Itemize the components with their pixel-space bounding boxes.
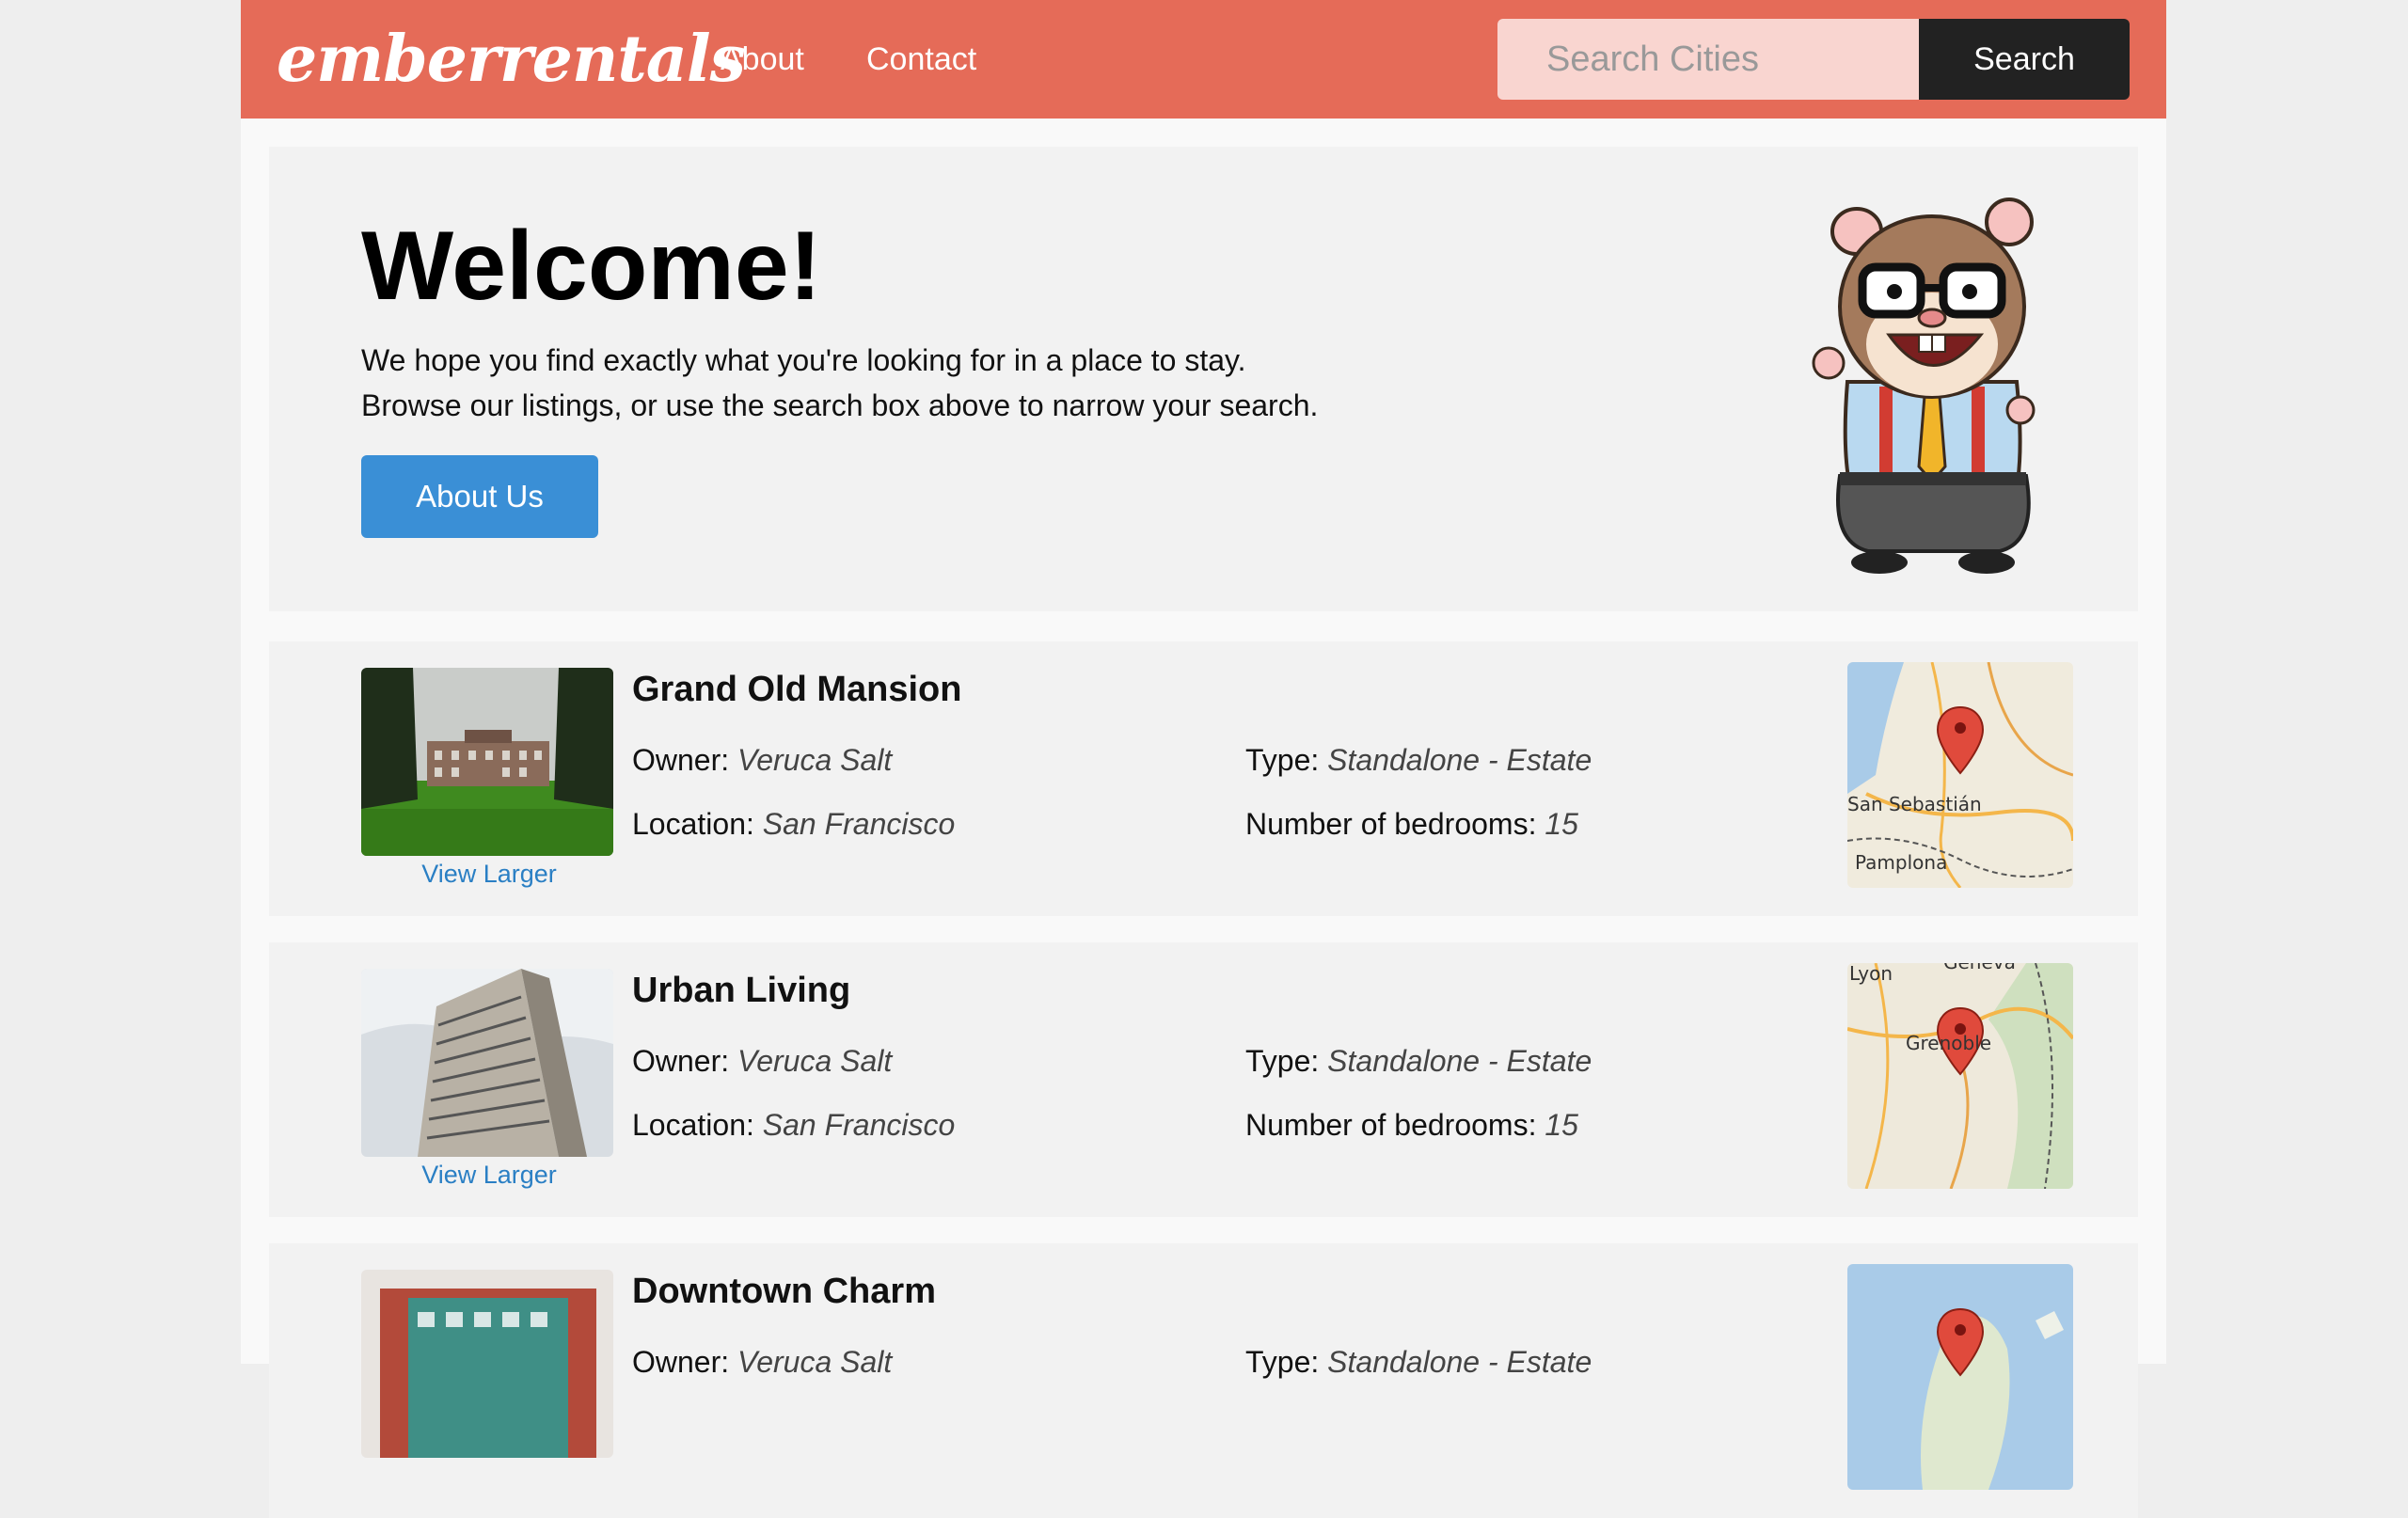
- listing-owner: Owner: Veruca Salt: [632, 1345, 892, 1380]
- type-value: Standalone - Estate: [1327, 1345, 1592, 1379]
- bedrooms-value: 15: [1545, 1108, 1578, 1142]
- type-label: Type:: [1245, 743, 1320, 777]
- listing-map[interactable]: [1847, 1264, 2073, 1490]
- owner-label: Owner:: [632, 1044, 730, 1078]
- page-container: emberrentals About Contact Search Welcom…: [241, 0, 2166, 1518]
- owner-label: Owner:: [632, 1345, 730, 1379]
- map-label: Lyon: [1849, 963, 1893, 985]
- owner-value: Veruca Salt: [737, 1345, 893, 1379]
- listing-map[interactable]: San Sebastián Pamplona: [1847, 662, 2073, 888]
- listing-location: Location: San Francisco: [632, 1108, 955, 1143]
- owner-value: Veruca Salt: [737, 743, 893, 777]
- map-label: Pamplona: [1855, 851, 1947, 874]
- nav-link-about[interactable]: About: [721, 36, 804, 83]
- listing-type: Type: Standalone - Estate: [1245, 743, 1592, 778]
- welcome-line-2: Browse our listings, or use the search b…: [361, 388, 1319, 422]
- map-label: San Sebastián: [1847, 793, 1982, 815]
- listing-map[interactable]: Lyon Geneva Grenoble: [1847, 963, 2073, 1189]
- type-label: Type:: [1245, 1044, 1320, 1078]
- logo[interactable]: emberrentals: [277, 17, 746, 102]
- owner-value: Veruca Salt: [737, 1044, 893, 1078]
- map-label: Geneva: [1943, 963, 2016, 973]
- listing-owner: Owner: Veruca Salt: [632, 1044, 892, 1079]
- listing-location: Location: San Francisco: [632, 807, 955, 842]
- nav-link-contact[interactable]: Contact: [866, 36, 976, 83]
- location-value: San Francisco: [762, 1108, 956, 1142]
- rental-listing: Downtown Charm Owner: Veruca Salt Type: …: [269, 1243, 2138, 1518]
- location-label: Location:: [632, 1108, 754, 1142]
- view-larger-link[interactable]: View Larger: [361, 1161, 617, 1190]
- search-cities-input[interactable]: [1497, 19, 1919, 100]
- search-button[interactable]: Search: [1919, 19, 2130, 100]
- listing-type: Type: Standalone - Estate: [1245, 1044, 1592, 1079]
- top-navbar: emberrentals About Contact Search: [241, 0, 2166, 119]
- bedrooms-label: Number of bedrooms:: [1245, 807, 1537, 841]
- location-value: San Francisco: [762, 807, 956, 841]
- welcome-line-1: We hope you find exactly what you're loo…: [361, 343, 1246, 377]
- welcome-jumbotron: Welcome! We hope you find exactly what y…: [269, 147, 2138, 611]
- type-value: Standalone - Estate: [1327, 743, 1592, 777]
- listing-type: Type: Standalone - Estate: [1245, 1345, 1592, 1380]
- rental-listing: View Larger Urban Living Owner: Veruca S…: [269, 942, 2138, 1217]
- listing-bedrooms: Number of bedrooms: 15: [1245, 1108, 1578, 1143]
- rental-listing: View Larger Grand Old Mansion Owner: Ver…: [269, 641, 2138, 916]
- view-larger-link[interactable]: View Larger: [361, 860, 617, 889]
- bedrooms-label: Number of bedrooms:: [1245, 1108, 1537, 1142]
- type-label: Type:: [1245, 1345, 1320, 1379]
- location-label: Location:: [632, 807, 754, 841]
- type-value: Standalone - Estate: [1327, 1044, 1592, 1078]
- listing-image-mansion[interactable]: [361, 668, 613, 856]
- welcome-title: Welcome!: [361, 212, 822, 321]
- listing-title: Grand Old Mansion: [632, 670, 962, 709]
- listing-title: Urban Living: [632, 971, 851, 1010]
- listing-title: Downtown Charm: [632, 1272, 936, 1311]
- welcome-text: We hope you find exactly what you're loo…: [361, 338, 1396, 428]
- listing-bedrooms: Number of bedrooms: 15: [1245, 807, 1578, 842]
- listing-owner: Owner: Veruca Salt: [632, 743, 892, 778]
- about-us-button[interactable]: About Us: [361, 455, 598, 538]
- map-label: Grenoble: [1906, 1032, 1991, 1054]
- owner-label: Owner:: [632, 743, 730, 777]
- listing-image-downtown[interactable]: [361, 1270, 613, 1458]
- tomster-mascot-image: [1812, 198, 2036, 574]
- listing-image-urban[interactable]: [361, 969, 613, 1157]
- bedrooms-value: 15: [1545, 807, 1578, 841]
